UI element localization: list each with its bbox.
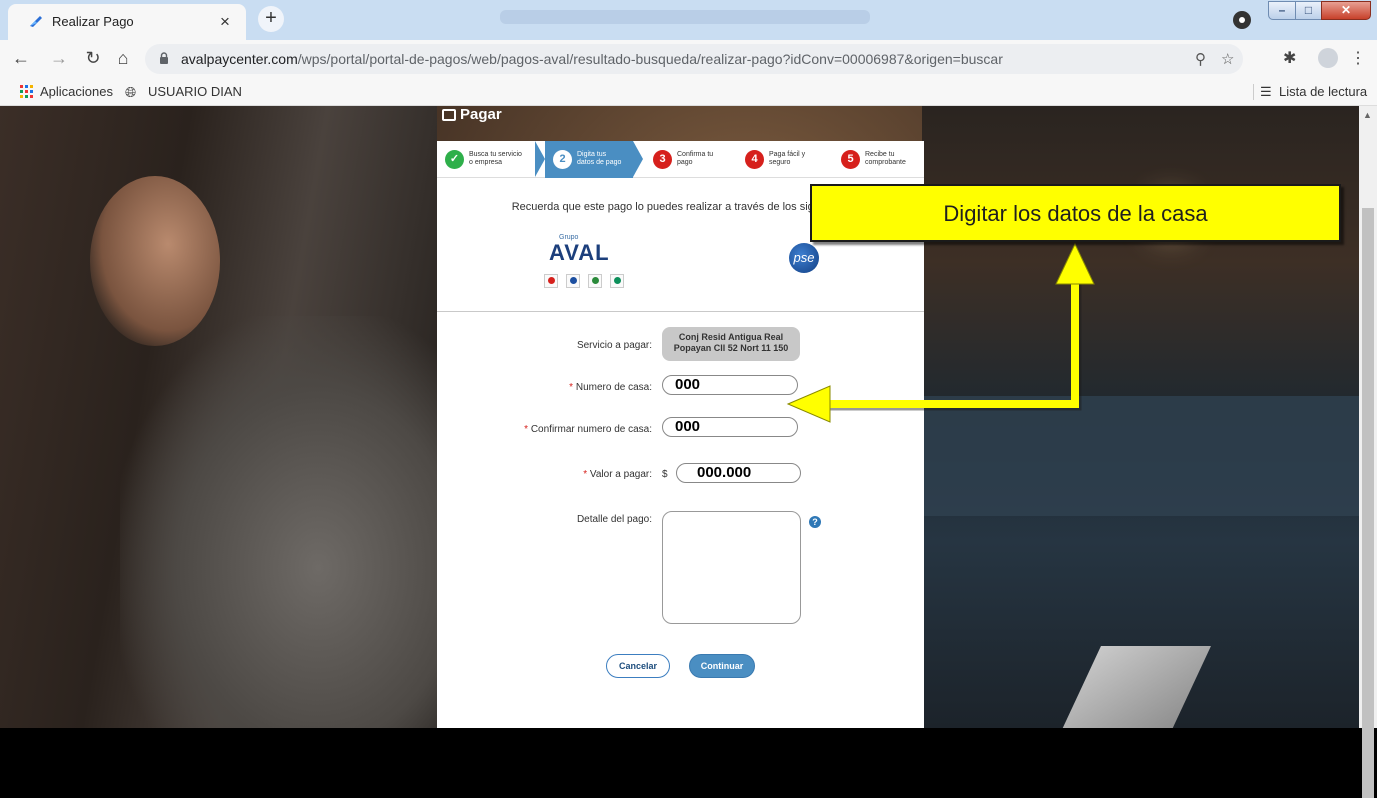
- annotation-callout: Digitar los datos de la casa: [810, 184, 1341, 242]
- annotation-arrow: [786, 242, 1095, 423]
- scroll-thumb[interactable]: [1362, 208, 1374, 798]
- page-scrollbar[interactable]: ▲: [1359, 106, 1377, 798]
- scroll-up-icon[interactable]: ▲: [1363, 110, 1372, 120]
